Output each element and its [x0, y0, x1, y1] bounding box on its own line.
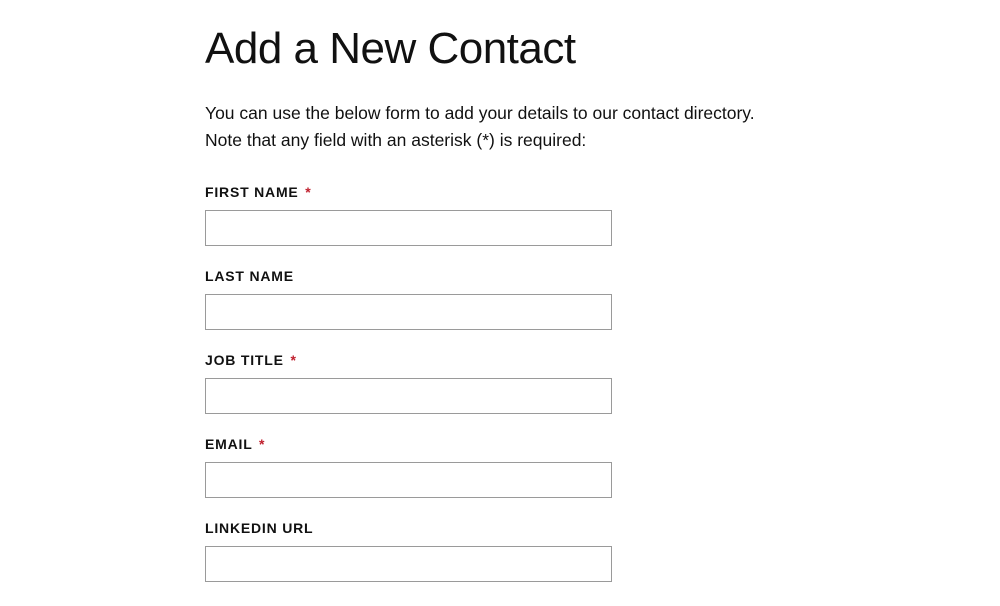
field-group-last-name: LAST NAME [205, 268, 790, 330]
required-asterisk-icon: * [290, 352, 296, 368]
required-asterisk-icon: * [259, 436, 265, 452]
job-title-label-text: JOB TITLE [205, 352, 284, 368]
field-group-email: EMAIL * [205, 436, 790, 498]
field-group-job-title: JOB TITLE * [205, 352, 790, 414]
intro-text: You can use the below form to add your d… [205, 100, 785, 154]
first-name-label-text: FIRST NAME [205, 184, 299, 200]
linkedin-url-label-text: LINKEDIN URL [205, 520, 313, 536]
email-input[interactable] [205, 462, 612, 498]
first-name-label: FIRST NAME * [205, 184, 790, 200]
email-label: EMAIL * [205, 436, 790, 452]
linkedin-url-label: LINKEDIN URL [205, 520, 790, 536]
last-name-label-text: LAST NAME [205, 268, 294, 284]
job-title-label: JOB TITLE * [205, 352, 790, 368]
add-contact-form: FIRST NAME * LAST NAME JOB TITLE * EMAIL… [205, 184, 790, 582]
required-asterisk-icon: * [305, 184, 311, 200]
first-name-input[interactable] [205, 210, 612, 246]
email-label-text: EMAIL [205, 436, 252, 452]
page-title: Add a New Contact [205, 24, 790, 74]
job-title-input[interactable] [205, 378, 612, 414]
field-group-linkedin-url: LINKEDIN URL [205, 520, 790, 582]
field-group-first-name: FIRST NAME * [205, 184, 790, 246]
last-name-label: LAST NAME [205, 268, 790, 284]
linkedin-url-input[interactable] [205, 546, 612, 582]
last-name-input[interactable] [205, 294, 612, 330]
